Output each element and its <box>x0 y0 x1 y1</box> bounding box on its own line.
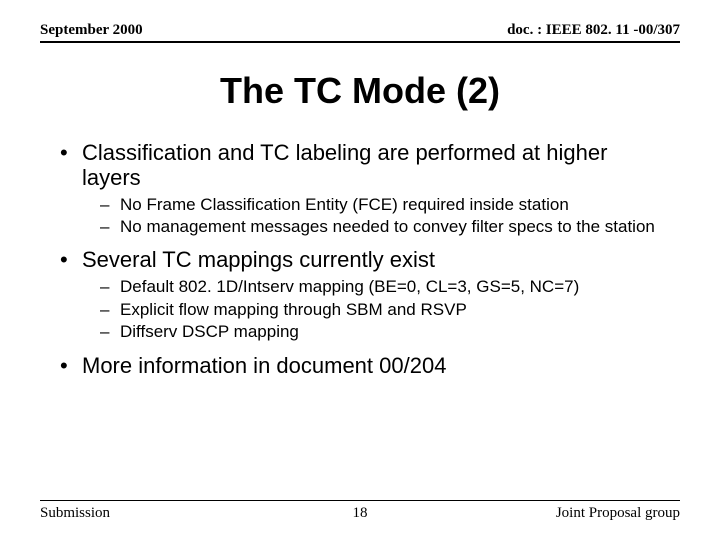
bullet-text: Classification and TC labeling are perfo… <box>82 140 670 191</box>
bullet-text: More information in document 00/204 <box>82 353 670 378</box>
slide-title: The TC Mode (2) <box>0 70 720 112</box>
sub-bullet-item: – Explicit flow mapping through SBM and … <box>100 300 670 320</box>
header-doc-id: doc. : IEEE 802. 11 -00/307 <box>507 22 680 39</box>
dash-icon: – <box>100 195 120 215</box>
bullet-dot-icon: • <box>60 140 82 166</box>
dash-icon: – <box>100 277 120 297</box>
bullet-item: • Classification and TC labeling are per… <box>60 140 670 191</box>
bullet-item: • Several TC mappings currently exist <box>60 247 670 273</box>
bullet-item: • More information in document 00/204 <box>60 353 670 379</box>
content: • Classification and TC labeling are per… <box>60 130 670 379</box>
sub-bullet-text: Diffserv DSCP mapping <box>120 322 670 342</box>
sub-bullet-text: No management messages needed to convey … <box>120 217 670 237</box>
header-rule <box>40 41 680 43</box>
sub-bullet-text: No Frame Classification Entity (FCE) req… <box>120 195 670 215</box>
sub-bullet-item: – Diffserv DSCP mapping <box>100 322 670 342</box>
dash-icon: – <box>100 322 120 342</box>
bullet-text: Several TC mappings currently exist <box>82 247 670 272</box>
sub-bullet-item: – No management messages needed to conve… <box>100 217 670 237</box>
footer-rule <box>40 500 680 501</box>
sub-bullet-item: – No Frame Classification Entity (FCE) r… <box>100 195 670 215</box>
bullet-dot-icon: • <box>60 353 82 379</box>
page-number: 18 <box>40 505 680 522</box>
bullet-dot-icon: • <box>60 247 82 273</box>
dash-icon: – <box>100 217 120 237</box>
sub-bullet-text: Default 802. 1D/Intserv mapping (BE=0, C… <box>120 277 670 297</box>
footer: Submission 18 Joint Proposal group <box>40 500 680 522</box>
sub-bullet-item: – Default 802. 1D/Intserv mapping (BE=0,… <box>100 277 670 297</box>
header: September 2000 doc. : IEEE 802. 11 -00/3… <box>40 22 680 43</box>
header-date: September 2000 <box>40 22 143 39</box>
slide: September 2000 doc. : IEEE 802. 11 -00/3… <box>0 0 720 540</box>
sub-bullet-text: Explicit flow mapping through SBM and RS… <box>120 300 670 320</box>
dash-icon: – <box>100 300 120 320</box>
